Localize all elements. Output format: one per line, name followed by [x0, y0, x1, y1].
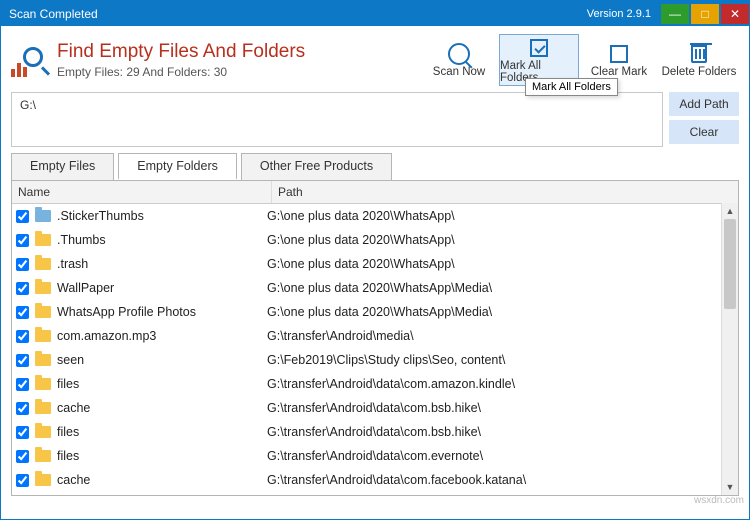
grid-header: Name Path	[12, 181, 738, 204]
row-path: G:\one plus data 2020\WhatsApp\	[267, 233, 738, 247]
row-path: G:\transfer\Android\data\com.evernote\	[267, 449, 738, 463]
minimize-button[interactable]: —	[661, 4, 689, 24]
table-row[interactable]: .ThumbsG:\one plus data 2020\WhatsApp\	[12, 228, 738, 252]
clear-mark-label: Clear Mark	[591, 66, 647, 78]
col-name-header[interactable]: Name	[12, 181, 272, 203]
row-checkbox[interactable]	[16, 354, 29, 367]
row-name: WhatsApp Profile Photos	[57, 305, 267, 319]
row-path: G:\one plus data 2020\WhatsApp\Media\	[267, 305, 738, 319]
path-row: G:\ Add Path Clear	[1, 92, 749, 147]
row-path: G:\Feb2019\Clips\Study clips\Seo, conten…	[267, 353, 738, 367]
row-checkbox[interactable]	[16, 282, 29, 295]
row-checkbox[interactable]	[16, 258, 29, 271]
scan-now-button[interactable]: Scan Now	[419, 34, 499, 86]
window-title: Scan Completed	[9, 7, 98, 21]
row-path: G:\transfer\Android\data\com.bsb.hike\	[267, 425, 738, 439]
table-row[interactable]: .trashG:\one plus data 2020\WhatsApp\	[12, 252, 738, 276]
trash-icon	[691, 42, 707, 66]
folder-icon	[35, 354, 51, 366]
folder-icon	[35, 234, 51, 246]
row-name: cache	[57, 401, 267, 415]
box-icon	[610, 42, 628, 66]
folder-icon	[35, 402, 51, 414]
scan-now-label: Scan Now	[433, 66, 485, 78]
table-row[interactable]: filesG:\transfer\Android\data\com.everno…	[12, 444, 738, 468]
app-title: Find Empty Files And Folders	[57, 41, 419, 63]
table-row[interactable]: cacheG:\transfer\Android\data\com.facebo…	[12, 468, 738, 492]
row-checkbox[interactable]	[16, 402, 29, 415]
folder-icon	[35, 450, 51, 462]
row-checkbox[interactable]	[16, 450, 29, 463]
row-name: cache	[57, 473, 267, 487]
folder-icon	[35, 306, 51, 318]
row-checkbox[interactable]	[16, 474, 29, 487]
folder-icon	[35, 282, 51, 294]
tab-other-products[interactable]: Other Free Products	[241, 153, 392, 180]
col-path-header[interactable]: Path	[272, 181, 738, 203]
row-checkbox[interactable]	[16, 210, 29, 223]
scroll-thumb[interactable]	[724, 219, 736, 309]
vertical-scrollbar[interactable]: ▲ ▼	[721, 203, 738, 495]
row-name: files	[57, 377, 267, 391]
row-path: G:\transfer\Android\media\	[267, 329, 738, 343]
table-row[interactable]: com.amazon.mp3G:\transfer\Android\media\	[12, 324, 738, 348]
folder-icon	[35, 210, 51, 222]
search-icon	[448, 42, 470, 66]
row-name: com.amazon.mp3	[57, 329, 267, 343]
table-row[interactable]: WhatsApp Profile PhotosG:\one plus data …	[12, 300, 738, 324]
table-row[interactable]: filesG:\transfer\Android\data\com.amazon…	[12, 372, 738, 396]
delete-folders-label: Delete Folders	[662, 66, 737, 78]
table-row[interactable]: WallPaperG:\one plus data 2020\WhatsApp\…	[12, 276, 738, 300]
table-row[interactable]: .StickerThumbsG:\one plus data 2020\What…	[12, 204, 738, 228]
add-path-button[interactable]: Add Path	[669, 92, 739, 116]
results-grid: Name Path .StickerThumbsG:\one plus data…	[11, 180, 739, 496]
row-name: .StickerThumbs	[57, 209, 267, 223]
delete-folders-button[interactable]: Delete Folders	[659, 34, 739, 86]
row-path: G:\transfer\Android\data\com.bsb.hike\	[267, 401, 738, 415]
scroll-down-icon[interactable]: ▼	[722, 479, 738, 495]
row-path: G:\one plus data 2020\WhatsApp\	[267, 257, 738, 271]
close-button[interactable]: ✕	[721, 4, 749, 24]
row-name: .Thumbs	[57, 233, 267, 247]
check-icon	[530, 36, 548, 60]
title-block: Find Empty Files And Folders Empty Files…	[57, 41, 419, 79]
row-checkbox[interactable]	[16, 234, 29, 247]
scroll-up-icon[interactable]: ▲	[722, 203, 738, 219]
folder-icon	[35, 378, 51, 390]
titlebar: Scan Completed Version 2.9.1 — □ ✕	[1, 1, 749, 26]
row-name: .trash	[57, 257, 267, 271]
folder-icon	[35, 258, 51, 270]
row-name: files	[57, 425, 267, 439]
scan-summary: Empty Files: 29 And Folders: 30	[57, 65, 419, 79]
folder-icon	[35, 474, 51, 486]
row-checkbox[interactable]	[16, 378, 29, 391]
table-row[interactable]: seenG:\Feb2019\Clips\Study clips\Seo, co…	[12, 348, 738, 372]
top-strip: Find Empty Files And Folders Empty Files…	[1, 26, 749, 90]
row-path: G:\transfer\Android\data\com.facebook.ka…	[267, 473, 738, 487]
watermark: wsxdn.com	[694, 495, 744, 506]
table-row[interactable]: filesG:\transfer\Android\data\com.bsb.hi…	[12, 420, 738, 444]
path-area[interactable]: G:\	[11, 92, 663, 147]
maximize-button[interactable]: □	[691, 4, 719, 24]
row-path: G:\one plus data 2020\WhatsApp\	[267, 209, 738, 223]
tab-empty-folders[interactable]: Empty Folders	[118, 153, 237, 180]
table-row[interactable]: cacheG:\transfer\Android\data\com.bsb.hi…	[12, 396, 738, 420]
row-checkbox[interactable]	[16, 330, 29, 343]
folder-icon	[35, 426, 51, 438]
row-checkbox[interactable]	[16, 426, 29, 439]
row-name: WallPaper	[57, 281, 267, 295]
tab-empty-files[interactable]: Empty Files	[11, 153, 114, 180]
version-label: Version 2.9.1	[587, 8, 651, 20]
row-path: G:\one plus data 2020\WhatsApp\Media\	[267, 281, 738, 295]
row-path: G:\transfer\Android\data\com.amazon.kind…	[267, 377, 738, 391]
app-logo-icon	[11, 43, 49, 77]
row-checkbox[interactable]	[16, 306, 29, 319]
tab-bar: Empty Files Empty Folders Other Free Pro…	[1, 147, 749, 180]
row-name: files	[57, 449, 267, 463]
clear-path-button[interactable]: Clear	[669, 120, 739, 144]
mark-all-tooltip: Mark All Folders	[525, 78, 618, 96]
row-name: seen	[57, 353, 267, 367]
folder-icon	[35, 330, 51, 342]
